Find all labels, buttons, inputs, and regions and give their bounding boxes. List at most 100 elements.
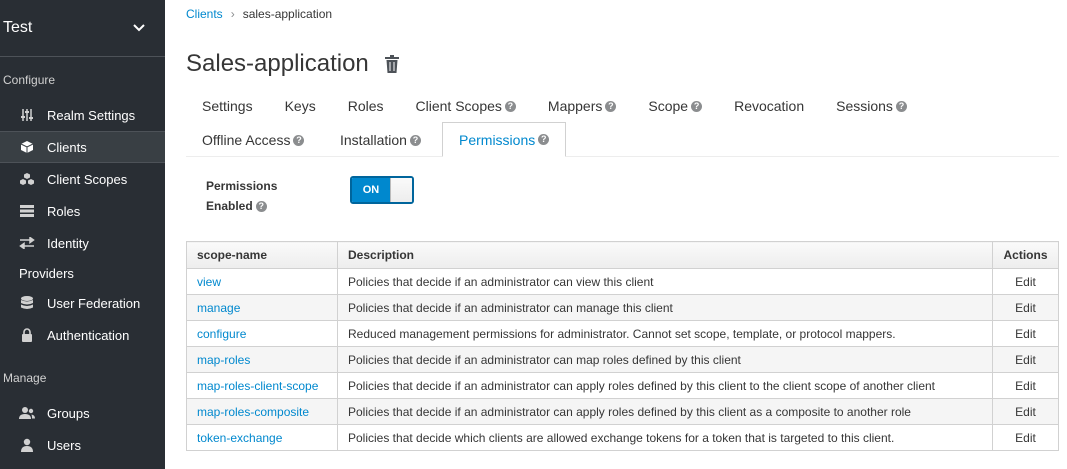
tab-client-scopes[interactable]: Client Scopes?: [400, 90, 532, 122]
tab-permissions[interactable]: Permissions?: [442, 122, 567, 157]
sidebar-item-realm-settings[interactable]: Realm Settings: [0, 99, 165, 131]
sidebar-item-groups[interactable]: Groups: [0, 397, 165, 429]
description-cell: Policies that decide if an administrator…: [337, 398, 993, 425]
table-row: map-roles-client-scope Policies that dec…: [186, 372, 1059, 399]
tabs-row-1: Settings Keys Roles Client Scopes? Mappe…: [186, 90, 923, 122]
scope-name-cell: manage: [186, 294, 338, 321]
tab-label: Sessions: [836, 98, 893, 114]
label-line1: Permissions: [206, 179, 278, 193]
realm-selector[interactable]: Test: [0, 0, 165, 57]
sidebar-item-identity-providers[interactable]: Identity Providers: [0, 227, 165, 287]
cubes-icon: [19, 171, 35, 187]
table-row: manage Policies that decide if an admini…: [186, 294, 1059, 321]
edit-button[interactable]: Edit: [992, 372, 1059, 399]
table-row: map-roles-composite Policies that decide…: [186, 398, 1059, 425]
sidebar-item-label: User Federation: [47, 295, 141, 311]
tab-scope[interactable]: Scope?: [632, 90, 718, 122]
help-icon[interactable]: ?: [691, 100, 703, 112]
tab-keys[interactable]: Keys: [269, 90, 332, 122]
sidebar-item-label-line2: Providers: [19, 265, 74, 281]
edit-button[interactable]: Edit: [992, 424, 1059, 451]
toggle-knob: [390, 178, 412, 202]
tab-label: Keys: [284, 98, 316, 114]
sidebar-item-label: Roles: [47, 203, 81, 219]
tab-label: Permissions: [459, 131, 536, 148]
help-icon[interactable]: ?: [504, 100, 516, 112]
label-line2: Enabled: [206, 199, 253, 213]
sidebar-item-clients[interactable]: Clients: [0, 131, 165, 163]
sidebar-item-label: Users: [47, 437, 81, 453]
page-title: Sales-application: [186, 50, 369, 77]
sidebar-item-users[interactable]: Users: [0, 429, 165, 461]
sidebar-item-user-federation[interactable]: User Federation: [0, 287, 165, 319]
scope-name-cell: view: [186, 268, 338, 295]
scope-name-cell: configure: [186, 320, 338, 347]
tab-mappers[interactable]: Mappers?: [532, 90, 632, 122]
scope-link[interactable]: view: [197, 275, 221, 289]
column-header-scope-name: scope-name: [186, 241, 338, 269]
chevron-down-icon: [133, 24, 145, 32]
breadcrumb-clients-link[interactable]: Clients: [186, 7, 223, 21]
sidebar-item-authentication[interactable]: Authentication: [0, 319, 165, 351]
tab-sessions[interactable]: Sessions?: [820, 90, 923, 122]
edit-button[interactable]: Edit: [992, 320, 1059, 347]
help-icon[interactable]: ?: [895, 100, 907, 112]
help-icon[interactable]: ?: [409, 134, 421, 146]
tab-offline-access[interactable]: Offline Access?: [186, 124, 320, 156]
edit-button[interactable]: Edit: [992, 398, 1059, 425]
scope-link[interactable]: token-exchange: [197, 431, 282, 445]
tab-settings[interactable]: Settings: [186, 90, 269, 122]
sidebar-item-label: Groups: [47, 405, 90, 421]
tab-revocation[interactable]: Revocation: [718, 90, 820, 122]
table-row: view Policies that decide if an administ…: [186, 268, 1059, 295]
tab-installation[interactable]: Installation?: [324, 124, 437, 156]
edit-button[interactable]: Edit: [992, 346, 1059, 373]
scope-name-cell: token-exchange: [186, 424, 338, 451]
tab-label: Revocation: [734, 98, 805, 114]
description-cell: Policies that decide if an administrator…: [337, 346, 993, 373]
database-icon: [19, 295, 35, 311]
help-icon[interactable]: ?: [293, 134, 305, 146]
cube-icon: [19, 139, 35, 155]
sidebar-item-label: Client Scopes: [47, 171, 128, 187]
table-row: token-exchange Policies that decide whic…: [186, 424, 1059, 451]
users-icon: [19, 405, 35, 421]
scope-name-cell: map-roles: [186, 346, 338, 373]
sidebar: Test Configure Realm Settings Clients Cl…: [0, 0, 165, 469]
sidebar-item-client-scopes[interactable]: Client Scopes: [0, 163, 165, 195]
scope-link[interactable]: map-roles-composite: [197, 405, 309, 419]
sidebar-item-label: Realm Settings: [47, 107, 136, 123]
scope-link[interactable]: map-roles: [197, 353, 250, 367]
exchange-icon: [19, 235, 35, 251]
column-header-description: Description: [337, 241, 993, 269]
trash-icon[interactable]: [384, 55, 399, 73]
sidebar-item-roles[interactable]: Roles: [0, 195, 165, 227]
help-icon[interactable]: ?: [255, 200, 267, 212]
column-header-actions: Actions: [992, 241, 1059, 269]
breadcrumb-current: sales-application: [242, 7, 333, 21]
description-cell: Policies that decide if an administrator…: [337, 294, 993, 321]
section-configure: Configure: [3, 73, 56, 87]
list-icon: [19, 203, 35, 219]
scope-link[interactable]: map-roles-client-scope: [197, 379, 318, 393]
permissions-toggle[interactable]: ON: [350, 176, 414, 204]
scope-link[interactable]: manage: [197, 301, 240, 315]
edit-button[interactable]: Edit: [992, 268, 1059, 295]
scope-name-cell: map-roles-composite: [186, 398, 338, 425]
scope-link[interactable]: configure: [197, 327, 246, 341]
table-row: configure Reduced management permissions…: [186, 320, 1059, 347]
tab-roles[interactable]: Roles: [332, 90, 400, 122]
description-cell: Policies that decide which clients are a…: [337, 424, 993, 451]
description-cell: Policies that decide if an administrator…: [337, 268, 993, 295]
breadcrumb: Clients › sales-application: [186, 7, 332, 21]
description-cell: Policies that decide if an administrator…: [337, 372, 993, 399]
edit-button[interactable]: Edit: [992, 294, 1059, 321]
sidebar-item-label: Clients: [47, 139, 87, 155]
table-header-row: scope-name Description Actions: [186, 241, 1059, 269]
section-manage: Manage: [3, 371, 47, 385]
realm-name: Test: [3, 19, 33, 36]
description-cell: Reduced management permissions for admin…: [337, 320, 993, 347]
help-icon[interactable]: ?: [605, 100, 617, 112]
sidebar-item-label: Authentication: [47, 327, 130, 343]
help-icon[interactable]: ?: [538, 134, 550, 145]
